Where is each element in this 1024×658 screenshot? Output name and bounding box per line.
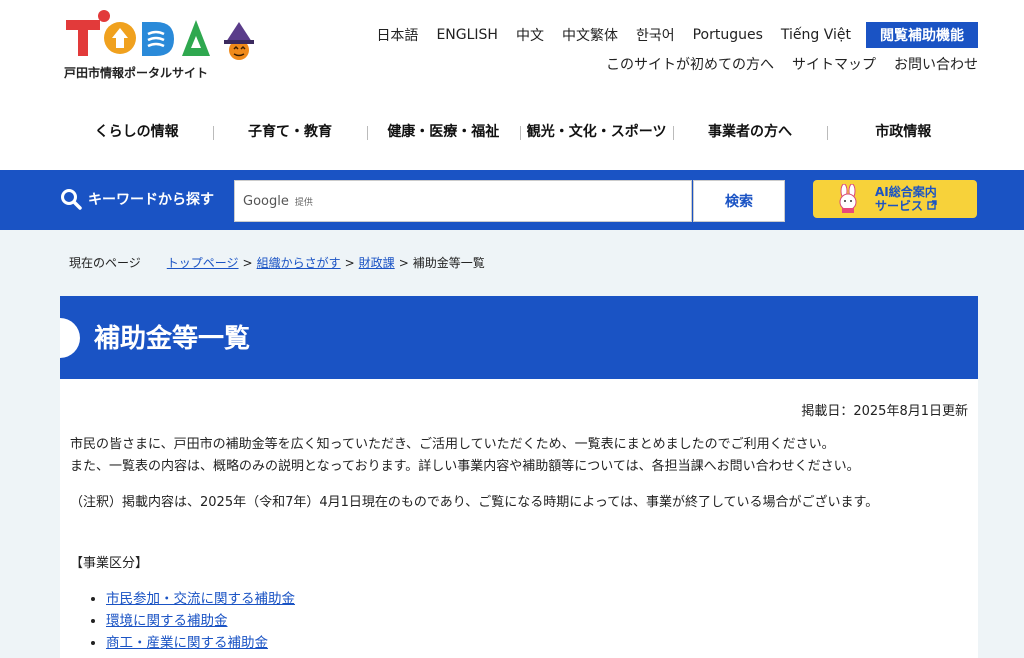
- nav-tourism-culture-sports[interactable]: 観光・文化・スポーツ: [519, 118, 673, 146]
- note-paragraph: （注釈）掲載内容は、2025年（令和7年）4月1日現在のものであり、ご覧になる時…: [70, 495, 879, 510]
- toda-logo-mark: [66, 10, 254, 60]
- search-icon: [61, 189, 82, 210]
- search-button[interactable]: 検索: [693, 180, 785, 222]
- title-bar-circle: [60, 318, 80, 358]
- external-link-icon: [927, 200, 937, 210]
- google-brand-text: Google: [243, 193, 289, 209]
- google-provided-text: 提供: [294, 197, 313, 208]
- site-header: 戸田市情報ポータルサイト 日本語 ENGLISH 中文 中文繁体 한국어 Por…: [0, 0, 1024, 170]
- lang-korean[interactable]: 한국어: [627, 25, 684, 45]
- category-list: 市民参加・交流に関する補助金 環境に関する補助金 商工・産業に関する補助金: [88, 588, 295, 654]
- rabbit-mascot-icon: [839, 184, 857, 213]
- lang-portuguese[interactable]: Portugues: [684, 27, 772, 43]
- category-link-environment[interactable]: 環境に関する補助金: [106, 613, 228, 629]
- contact-link[interactable]: お問い合わせ: [894, 54, 978, 74]
- nav-childcare-education[interactable]: 子育て・教育: [213, 118, 366, 146]
- nav-business[interactable]: 事業者の方へ: [673, 118, 826, 146]
- search-band: キーワードから探す Google 提供 検索 AI総合案内 サービス: [0, 170, 1024, 230]
- sitemap-link[interactable]: サイトマップ: [792, 54, 876, 74]
- breadcrumb-current-page-label: 現在のページ: [69, 256, 141, 270]
- lang-vietnamese[interactable]: Tiếng Việt: [772, 27, 860, 43]
- lang-english[interactable]: ENGLISH: [427, 27, 507, 43]
- ai-service-line1: AI総合案内: [875, 185, 937, 199]
- category-section-heading: 【事業区分】: [70, 556, 149, 571]
- intro-line-2: また、一覧表の内容は、概略のみの説明となっております。詳しい事業内容や補助額等に…: [70, 459, 860, 474]
- keyword-search-text: キーワードから探す: [88, 192, 214, 208]
- nav-living[interactable]: くらしの情報: [60, 118, 213, 146]
- list-item: 環境に関する補助金: [106, 610, 295, 632]
- lang-chinese-traditional[interactable]: 中文繁体: [553, 25, 627, 45]
- first-time-link[interactable]: このサイトが初めての方へ: [606, 54, 774, 74]
- breadcrumb-separator: >: [344, 255, 355, 270]
- nav-health-welfare[interactable]: 健康・医療・福祉: [366, 118, 520, 146]
- updated-date: 掲載日：2025年8月1日更新: [801, 404, 968, 419]
- breadcrumb-link-finance[interactable]: 財政課: [359, 254, 395, 271]
- lang-chinese-simplified[interactable]: 中文: [507, 25, 553, 45]
- keyword-search-label: キーワードから探す: [60, 188, 214, 210]
- main-navigation: くらしの情報 子育て・教育 健康・医療・福祉 観光・文化・スポーツ 事業者の方へ…: [60, 118, 980, 146]
- search-input[interactable]: Google 提供: [234, 180, 692, 222]
- lang-japanese[interactable]: 日本語: [367, 25, 427, 45]
- intro-paragraph: 市民の皆さまに、戸田市の補助金等を広く知っていただき、ご活用していただくため、一…: [70, 434, 968, 478]
- nav-city-government[interactable]: 市政情報: [826, 118, 980, 146]
- category-link-civic-participation[interactable]: 市民参加・交流に関する補助金: [106, 591, 295, 607]
- breadcrumb-separator: >: [242, 255, 253, 270]
- main-content: 補助金等一覧 掲載日：2025年8月1日更新 市民の皆さまに、戸田市の補助金等を…: [60, 296, 978, 658]
- list-item: 商工・産業に関する補助金: [106, 632, 295, 654]
- breadcrumb-current: 補助金等一覧: [412, 256, 485, 270]
- category-link-commerce-industry[interactable]: 商工・産業に関する補助金: [106, 635, 268, 651]
- breadcrumb-link-organization[interactable]: 組織からさがす: [257, 254, 341, 271]
- accessibility-button[interactable]: 閲覧補助機能: [866, 22, 978, 48]
- breadcrumb-link-top[interactable]: トップページ: [167, 254, 239, 271]
- logo-subtitle: 戸田市情報ポータルサイト: [64, 66, 209, 80]
- breadcrumb: 現在のページ トップページ > 組織からさがす > 財政課 > 補助金等一覧: [69, 254, 485, 271]
- utility-links: このサイトが初めての方へ サイトマップ お問い合わせ: [606, 54, 978, 74]
- language-switcher: 日本語 ENGLISH 中文 中文繁体 한국어 Portugues Tiếng …: [367, 22, 978, 48]
- page-title: 補助金等一覧: [94, 324, 251, 354]
- ai-service-line2: サービス: [875, 199, 924, 213]
- site-logo[interactable]: 戸田市情報ポータルサイト: [64, 8, 264, 84]
- list-item: 市民参加・交流に関する補助金: [106, 588, 295, 610]
- page-title-bar: 補助金等一覧: [60, 296, 978, 379]
- breadcrumb-separator: >: [398, 255, 409, 270]
- ai-guide-service-button[interactable]: AI総合案内 サービス: [813, 180, 977, 218]
- intro-line-1: 市民の皆さまに、戸田市の補助金等を広く知っていただき、ご活用していただくため、一…: [70, 437, 835, 452]
